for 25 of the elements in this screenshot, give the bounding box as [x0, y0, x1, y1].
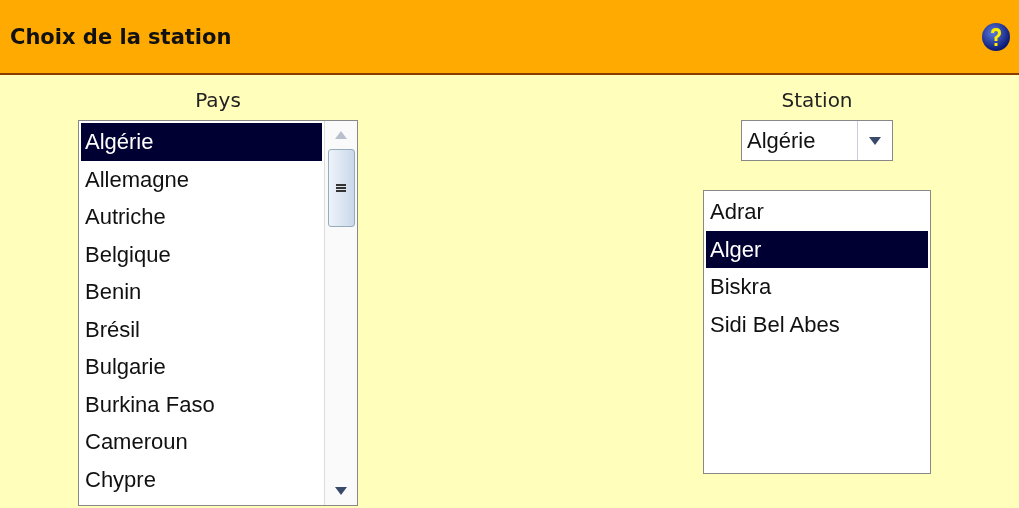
country-option[interactable]: Belgique: [81, 235, 322, 273]
station-option[interactable]: Adrar: [706, 193, 928, 231]
station-option[interactable]: Alger: [706, 230, 928, 268]
country-list[interactable]: Algérie Allemagne Autriche Belgique Benin Brésil Bulgarie Burkina Faso Cameroun Chypre: [78, 120, 358, 506]
country-option[interactable]: Chypre: [81, 460, 322, 498]
scroll-thumb[interactable]: [327, 149, 355, 227]
country-label: Pays: [195, 88, 241, 114]
country-option[interactable]: Allemagne: [81, 160, 322, 198]
station-list[interactable]: Adrar Alger Biskra Sidi Bel Abes: [703, 190, 931, 474]
panel-title: Choix de la station: [10, 24, 232, 49]
scrollbar[interactable]: [324, 121, 357, 505]
country-option[interactable]: Bulgarie: [81, 348, 322, 386]
dropdown-arrow-icon[interactable]: [869, 136, 881, 145]
country-option[interactable]: Autriche: [81, 198, 322, 236]
help-icon[interactable]: [981, 21, 1011, 52]
country-dropdown[interactable]: Algérie: [741, 120, 893, 161]
country-option[interactable]: Algérie: [81, 123, 322, 161]
country-option[interactable]: Burkina Faso: [81, 385, 322, 423]
country-option[interactable]: Brésil: [81, 310, 322, 348]
country-option[interactable]: Cameroun: [81, 423, 322, 461]
station-label: Station: [781, 88, 853, 114]
country-option[interactable]: Benin: [81, 273, 322, 311]
station-option[interactable]: Biskra: [706, 268, 928, 306]
scroll-down-icon[interactable]: [335, 487, 347, 495]
station-option[interactable]: Sidi Bel Abes: [706, 305, 928, 343]
